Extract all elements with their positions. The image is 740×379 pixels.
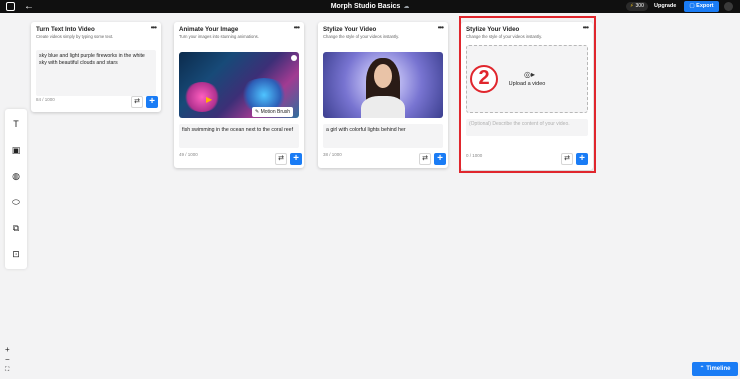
swap-icon[interactable]: ⇄ xyxy=(131,96,143,108)
char-counter: 49 / 1000 xyxy=(179,152,198,157)
top-bar: ← Morph Studio Basics ☁ ⚡ 300 Upgrade ▢ Ex… xyxy=(0,0,740,13)
prompt-textarea[interactable]: fish swimming in the ocean next to the c… xyxy=(179,124,299,148)
bolt-icon: ⚡ xyxy=(630,3,634,9)
card-subtitle: Change the style of your videos instantl… xyxy=(323,34,400,39)
export-button[interactable]: ▢ Export xyxy=(684,1,719,12)
char-counter: 38 / 1000 xyxy=(323,152,342,157)
portrait-face xyxy=(374,64,392,88)
highlight-box xyxy=(459,16,596,173)
mask-icon[interactable]: ⬭ xyxy=(10,196,22,208)
video-to-video-icon[interactable]: ◍ xyxy=(10,170,22,182)
upgrade-link[interactable]: Upgrade xyxy=(654,0,676,13)
motion-brush-button[interactable]: ✎ Motion Brush xyxy=(252,107,294,117)
zoom-in-icon[interactable]: + xyxy=(5,346,10,354)
image-options-icon[interactable] xyxy=(291,55,297,61)
card-title: Stylize Your Video xyxy=(323,26,377,33)
portrait-body xyxy=(361,96,405,118)
video-upscale-icon[interactable]: ⊡ xyxy=(10,248,22,260)
generate-button[interactable]: + xyxy=(434,153,446,165)
card-title: Turn Text Into Video xyxy=(36,26,95,33)
more-options-icon[interactable]: ••• xyxy=(438,23,444,32)
card-subtitle: Create videos simply by typing some text… xyxy=(36,34,114,39)
project-title-text[interactable]: Morph Studio Basics xyxy=(331,3,401,10)
card-stylize-video: Stylize Your Video Change the style of y… xyxy=(318,22,448,168)
generate-button[interactable]: + xyxy=(146,96,158,108)
avatar[interactable] xyxy=(724,2,733,11)
prompt-textarea[interactable]: a girl with colorful lights behind her xyxy=(323,124,443,148)
motion-brush-label: Motion Brush xyxy=(260,109,291,115)
swap-icon[interactable]: ⇄ xyxy=(275,153,287,165)
fish-shape: ▶ xyxy=(206,95,213,104)
timeline-button[interactable]: ⌃ Timeline xyxy=(692,362,738,376)
more-options-icon[interactable]: ••• xyxy=(294,23,300,32)
generate-button[interactable]: + xyxy=(290,153,302,165)
card-animate-image: Animate Your Image Turn your images into… xyxy=(174,22,304,168)
step-number-badge: 2 xyxy=(470,65,498,93)
swap-icon[interactable]: ⇄ xyxy=(419,153,431,165)
coral-shape xyxy=(183,82,221,112)
text-to-video-icon[interactable]: T xyxy=(10,118,22,130)
source-video[interactable] xyxy=(323,52,443,118)
left-toolbar: T ▣ ◍ ⬭ ⧉ ⊡ xyxy=(5,109,27,269)
credits-count: 300 xyxy=(635,3,644,9)
copy-icon[interactable]: ⧉ xyxy=(10,222,22,234)
more-options-icon[interactable]: ••• xyxy=(151,23,157,32)
zoom-out-icon[interactable]: − xyxy=(5,356,10,364)
cloud-sync-icon: ☁ xyxy=(403,4,410,10)
export-label: Export xyxy=(696,3,714,9)
image-to-video-icon[interactable]: ▣ xyxy=(10,144,22,156)
fit-view-icon[interactable]: ⛶ xyxy=(5,366,9,374)
char-counter: 84 / 1000 xyxy=(36,97,55,102)
source-image[interactable]: ▶ ✎ Motion Brush xyxy=(179,52,299,118)
card-text-to-video: Turn Text Into Video Create videos simpl… xyxy=(31,22,161,112)
credits-badge[interactable]: ⚡ 300 xyxy=(626,2,648,11)
prompt-textarea[interactable]: sky blue and light purple fireworks in t… xyxy=(36,50,156,96)
timeline-label: Timeline xyxy=(706,366,731,372)
card-subtitle: Turn your images into stunning animation… xyxy=(179,34,259,39)
card-title: Animate Your Image xyxy=(179,26,239,33)
